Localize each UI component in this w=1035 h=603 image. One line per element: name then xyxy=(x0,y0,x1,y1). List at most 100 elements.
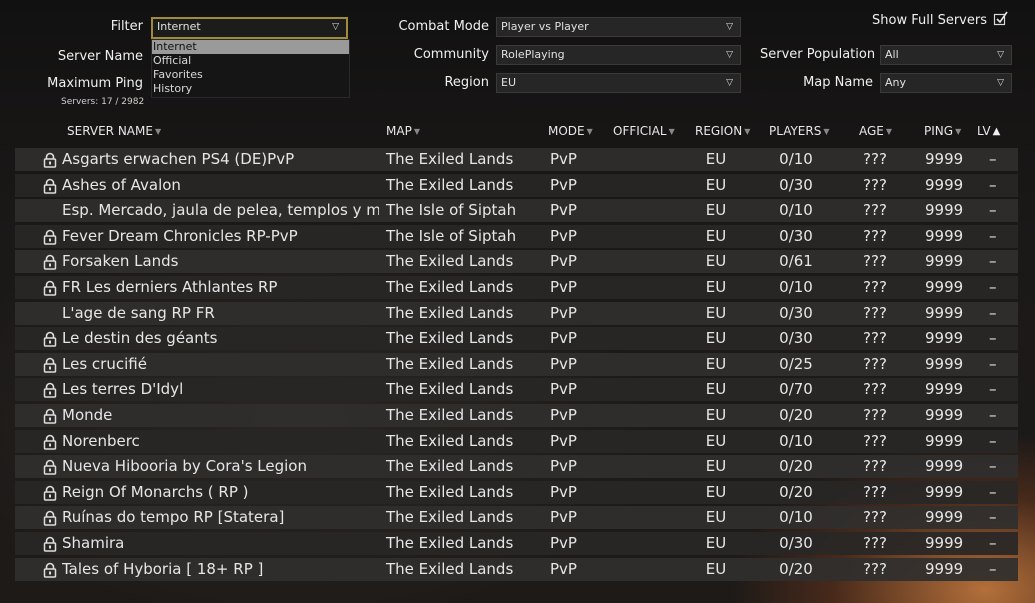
sort-ascending-icon: ▲ xyxy=(992,126,1001,137)
server-map: The Exiled Lands xyxy=(386,431,514,450)
server-name: Fever Dream Chronicles RP-PvP xyxy=(62,226,298,245)
server-players: 0/10 xyxy=(779,150,813,168)
server-name: Ashes of Avalon xyxy=(62,175,181,194)
max-ping-label: Maximum Ping xyxy=(47,76,143,91)
combat-mode-dropdown[interactable]: Player vs Player ▽ xyxy=(496,17,741,37)
show-full-servers-checkbox[interactable] xyxy=(993,10,1009,30)
server-age: ??? xyxy=(863,226,887,245)
server-row[interactable]: FR Les derniers Athlantes RP The Exiled … xyxy=(15,275,1018,299)
server-ping: 9999 xyxy=(925,201,964,220)
column-header-label: PLAYERS xyxy=(769,124,822,138)
server-age: ??? xyxy=(863,175,887,194)
server-name: Tales of Hyboria [ 18+ RP ] xyxy=(62,559,264,578)
region-dropdown[interactable]: EU ▽ xyxy=(496,73,741,93)
server-players: 0/30 xyxy=(779,329,813,348)
server-name: Les crucifié xyxy=(62,354,147,373)
server-row[interactable]: Les terres D'Idyl The Exiled Lands PvP E… xyxy=(15,378,1018,402)
server-row[interactable]: Forsaken Lands The Exiled Lands PvP EU 0… xyxy=(15,250,1018,274)
server-map: The Exiled Lands xyxy=(386,380,514,399)
server-row[interactable]: Norenberc The Exiled Lands PvP EU 0/10 ?… xyxy=(15,429,1018,453)
server-row[interactable]: Tales of Hyboria [ 18+ RP ] The Exiled L… xyxy=(15,557,1018,581)
server-region: EU xyxy=(705,431,727,450)
combat-mode-value: Player vs Player xyxy=(501,20,589,33)
server-region: EU xyxy=(705,303,727,322)
filter-option-favorites[interactable]: Favorites xyxy=(152,68,349,82)
sort-arrow-icon: ▼ xyxy=(823,127,830,136)
server-level: – xyxy=(989,329,997,348)
column-header-players[interactable]: PLAYERS ▼ xyxy=(769,124,830,138)
community-dropdown[interactable]: RolePlaying ▽ xyxy=(496,45,741,65)
filter-option-history[interactable]: History xyxy=(152,82,349,96)
server-players: 0/30 xyxy=(779,303,813,322)
server-list: Asgarts erwachen PS4 (DE)PvP The Exiled … xyxy=(15,148,1018,583)
server-ping: 9999 xyxy=(925,354,964,373)
server-row[interactable]: Shamira The Exiled Lands PvP EU 0/30 ???… xyxy=(15,531,1018,555)
server-level: – xyxy=(989,559,997,578)
chevron-down-icon: ▽ xyxy=(332,22,339,32)
column-header-ping[interactable]: PING ▼ xyxy=(924,124,961,138)
server-players: 0/30 xyxy=(779,226,813,245)
server-name-label: Server Name xyxy=(57,49,143,64)
column-header-age[interactable]: AGE ▼ xyxy=(859,124,892,138)
server-row[interactable]: Les crucifié The Exiled Lands PvP EU 0/2… xyxy=(15,352,1018,376)
server-row[interactable]: Esp. Mercado, jaula de pelea, templos y … xyxy=(15,199,1018,223)
server-players: 0/25 xyxy=(779,354,813,373)
server-row[interactable]: Monde The Exiled Lands PvP EU 0/20 ??? 9… xyxy=(15,403,1018,427)
server-region: EU xyxy=(705,354,727,373)
server-map: The Isle of Siptah xyxy=(386,201,517,220)
server-ping: 9999 xyxy=(925,303,964,322)
server-ping: 9999 xyxy=(925,508,964,527)
server-ping: 9999 xyxy=(925,559,964,578)
column-header-mode[interactable]: MODE ▼ xyxy=(548,124,593,138)
lock-icon xyxy=(43,280,57,296)
server-population-dropdown[interactable]: All ▽ xyxy=(880,45,1012,65)
server-row[interactable]: Nueva Hibooria by Cora's Legion The Exil… xyxy=(15,455,1018,479)
server-row[interactable]: Fever Dream Chronicles RP-PvP The Isle o… xyxy=(15,224,1018,248)
region-label: Region xyxy=(444,75,489,90)
server-players: 0/61 xyxy=(779,252,813,271)
map-name-label: Map Name xyxy=(803,75,873,90)
server-map: The Isle of Siptah xyxy=(386,226,517,245)
lock-icon xyxy=(43,357,57,373)
column-header-label: PING xyxy=(924,124,954,138)
server-region: EU xyxy=(705,559,727,578)
column-header-server-name[interactable]: SERVER NAME ▼ xyxy=(67,124,161,138)
server-name: Esp. Mercado, jaula de pelea, templos y … xyxy=(62,201,379,220)
server-row[interactable]: Reign Of Monarchs ( RP ) The Exiled Land… xyxy=(15,480,1018,504)
server-row[interactable]: L'age de sang RP FR The Exiled Lands PvP… xyxy=(15,301,1018,325)
column-header-map[interactable]: MAP ▼ xyxy=(386,124,420,138)
lock-icon xyxy=(43,331,57,347)
filter-option-internet[interactable]: Internet xyxy=(152,40,349,54)
chevron-down-icon: ▽ xyxy=(726,50,733,60)
server-row[interactable]: Ruínas do tempo RP [Statera] The Exiled … xyxy=(15,506,1018,530)
map-name-dropdown[interactable]: Any ▽ xyxy=(880,73,1012,93)
server-level: – xyxy=(989,150,997,168)
column-header-label: AGE xyxy=(859,124,884,138)
server-row[interactable]: Le destin des géants The Exiled Lands Pv… xyxy=(15,327,1018,351)
column-header-region[interactable]: REGION ▼ xyxy=(695,124,750,138)
region-value: EU xyxy=(501,76,517,89)
chevron-down-icon: ▽ xyxy=(726,78,733,88)
column-header-lv[interactable]: LV ▲ xyxy=(977,124,1000,138)
filter-dropdown[interactable]: Internet ▽ xyxy=(151,17,348,39)
server-region: EU xyxy=(705,380,727,399)
server-level: – xyxy=(989,482,997,501)
server-ping: 9999 xyxy=(925,482,964,501)
filter-option-official[interactable]: Official xyxy=(152,54,349,68)
server-population-value: All xyxy=(885,48,899,61)
server-age: ??? xyxy=(863,508,887,527)
server-age: ??? xyxy=(863,482,887,501)
server-level: – xyxy=(989,457,997,476)
server-age: ??? xyxy=(863,303,887,322)
server-map: The Exiled Lands xyxy=(386,150,514,168)
server-row[interactable]: Asgarts erwachen PS4 (DE)PvP The Exiled … xyxy=(15,148,1018,171)
server-region: EU xyxy=(705,277,727,296)
server-name: Nueva Hibooria by Cora's Legion xyxy=(62,457,307,476)
server-row[interactable]: Ashes of Avalon The Exiled Lands PvP EU … xyxy=(15,173,1018,197)
server-region: EU xyxy=(705,175,727,194)
server-ping: 9999 xyxy=(925,175,964,194)
column-header-official[interactable]: OFFICIAL ▼ xyxy=(613,124,675,138)
checkbox-checked-icon xyxy=(993,11,1008,26)
column-header-label: SERVER NAME xyxy=(67,124,153,138)
sort-arrow-icon: ▼ xyxy=(668,127,675,136)
